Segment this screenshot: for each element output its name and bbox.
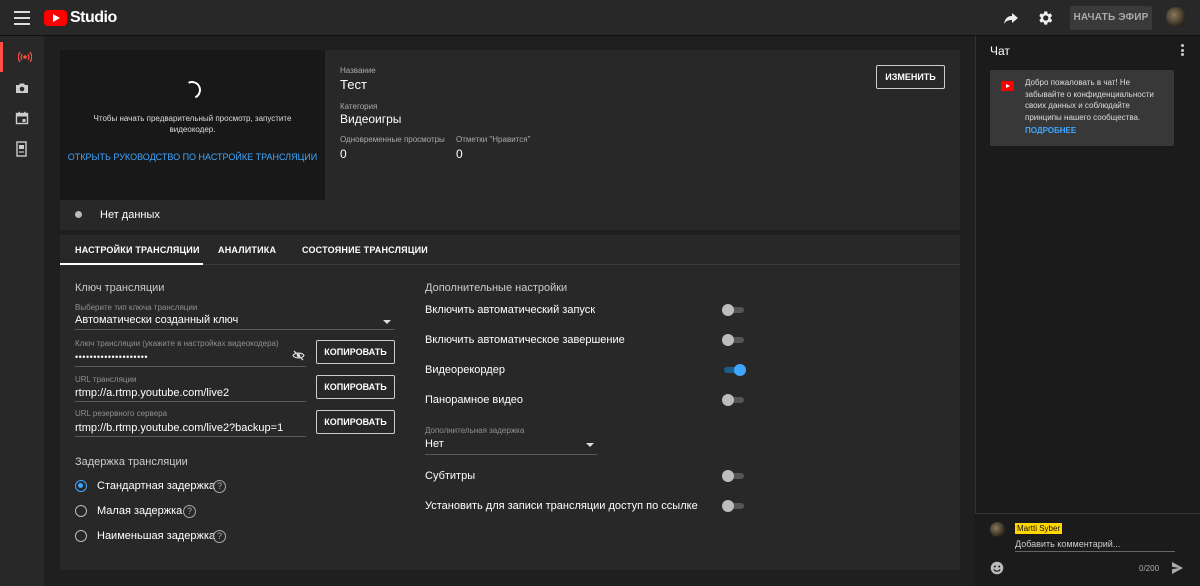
dvr-label: Видеорекордер [425, 364, 505, 376]
radio-low-latency[interactable] [75, 505, 87, 517]
camera-icon [16, 83, 28, 93]
captions-toggle[interactable] [722, 470, 746, 482]
normal-latency-label[interactable]: Стандартная задержка [97, 480, 215, 492]
avatar[interactable] [1166, 7, 1186, 27]
low-latency-label[interactable]: Малая задержка [97, 505, 182, 517]
mobile-stream-icon [16, 141, 27, 157]
char-count: 0/200 [1139, 564, 1160, 573]
stream-key-heading: Ключ трансляции [75, 282, 165, 294]
delay-underline [425, 454, 597, 455]
category-label: Категория [340, 102, 378, 111]
youtube-logo-icon [1001, 81, 1014, 91]
chat-welcome-text: Добро пожаловать в чат! Не забывайте о к… [1025, 78, 1154, 122]
chat-compose [975, 513, 1200, 586]
copy-key-button[interactable]: КОПИРОВАТЬ [316, 340, 395, 364]
unlisted-replay-label: Установить для записи трансляции доступ … [425, 500, 698, 512]
youtube-logo-icon [44, 10, 67, 26]
radio-normal-latency[interactable] [75, 480, 87, 492]
go-live-button[interactable]: НАЧАТЬ ЭФИР [1070, 6, 1152, 30]
share-icon[interactable] [1003, 10, 1019, 26]
edit-button[interactable]: ИЗМЕНИТЬ [876, 65, 945, 89]
learn-more-link[interactable]: ПОДРОБНЕЕ [1025, 126, 1076, 135]
delay-select[interactable]: Нет [425, 438, 444, 450]
help-icon[interactable]: ? [183, 505, 196, 518]
stream-url-underline [75, 401, 306, 402]
key-type-select[interactable]: Автоматически созданный ключ [75, 314, 238, 326]
auto-stop-label: Включить автоматическое завершение [425, 334, 625, 346]
logo-text: Studio [70, 9, 117, 26]
nav-manage[interactable] [0, 133, 44, 163]
active-tab-indicator [60, 263, 203, 265]
visibility-off-icon[interactable] [292, 350, 305, 361]
menu-icon[interactable] [14, 11, 30, 25]
360-video-label: Панорамное видео [425, 394, 524, 406]
stream-key-label: Ключ трансляции (укажите в настройках ви… [75, 339, 279, 348]
additional-settings-heading: Дополнительные настройки [425, 282, 568, 294]
nav-schedule[interactable] [0, 103, 44, 133]
likes-label: Отметки "Нравится" [456, 135, 531, 144]
copy-url-button[interactable]: КОПИРОВАТЬ [316, 375, 395, 399]
chevron-down-icon[interactable] [383, 320, 391, 324]
help-icon[interactable]: ? [213, 480, 226, 493]
viewers-count: 0 [340, 147, 347, 161]
radio-ultra-low-latency[interactable] [75, 530, 87, 542]
nav-live-stream[interactable] [0, 42, 44, 72]
backup-url-underline [75, 436, 306, 437]
stream-status: Нет данных [100, 209, 160, 221]
auto-start-label: Включить автоматический запуск [425, 304, 596, 316]
setup-guide-link[interactable]: ОТКРЫТЬ РУКОВОДСТВО ПО НАСТРОЙКЕ ТРАНСЛЯ… [60, 152, 325, 162]
more-vert-icon[interactable] [1181, 44, 1185, 56]
chat-user-name: Martti Syber [1015, 523, 1063, 534]
auto-stop-toggle[interactable] [722, 334, 746, 346]
captions-label: Субтитры [425, 470, 476, 482]
backup-url-label: URL резервного сервера [75, 409, 168, 418]
latency-heading: Задержка трансляции [75, 456, 188, 468]
title-label: Название [340, 66, 376, 75]
stream-key-underline [75, 366, 306, 367]
chat-input-underline [1015, 551, 1175, 552]
status-dot-icon [75, 211, 82, 218]
key-type-underline [75, 329, 395, 330]
top-bar [0, 0, 1200, 36]
preview-message: Чтобы начать предварительный просмотр, з… [93, 114, 292, 134]
360-video-toggle[interactable] [722, 394, 746, 406]
avatar [990, 522, 1005, 537]
tab-stream-settings[interactable]: НАСТРОЙКИ ТРАНСЛЯЦИИ [75, 245, 200, 255]
stream-category: Видеоигры [340, 112, 402, 126]
viewers-label: Одновременные просмотры [340, 135, 445, 144]
live-broadcast-icon [18, 51, 32, 63]
calendar-icon [15, 111, 29, 125]
chat-input[interactable]: Добавить комментарий... [1015, 539, 1175, 549]
copy-backup-button[interactable]: КОПИРОВАТЬ [316, 410, 395, 434]
backup-url-field[interactable]: rtmp://b.rtmp.youtube.com/live2?backup=1 [75, 422, 283, 434]
likes-count: 0 [456, 147, 463, 161]
chat-title: Чат [990, 44, 1010, 58]
emoji-icon[interactable] [990, 561, 1004, 575]
chevron-down-icon[interactable] [586, 443, 594, 447]
tab-analytics[interactable]: АНАЛИТИКА [218, 245, 276, 255]
auto-start-toggle[interactable] [722, 304, 746, 316]
youtube-studio-logo[interactable]: Studio [44, 9, 117, 27]
stream-title: Тест [340, 77, 367, 92]
stream-key-field[interactable]: •••••••••••••••••••• [75, 352, 148, 362]
dvr-toggle[interactable] [722, 364, 746, 376]
send-icon[interactable] [1171, 561, 1184, 575]
nav-webcam[interactable] [0, 73, 44, 103]
stream-url-label: URL трансляции [75, 375, 137, 384]
delay-label: Дополнительная задержка [425, 426, 525, 435]
key-type-label: Выберите тип ключа трансляции [75, 303, 198, 312]
ultra-low-latency-label[interactable]: Наименьшая задержка [97, 530, 215, 542]
help-icon[interactable]: ? [213, 530, 226, 543]
stream-url-field[interactable]: rtmp://a.rtmp.youtube.com/live2 [75, 387, 229, 399]
tab-stream-health[interactable]: СОСТОЯНИЕ ТРАНСЛЯЦИИ [302, 245, 428, 255]
gear-icon[interactable] [1036, 9, 1054, 27]
unlisted-replay-toggle[interactable] [722, 500, 746, 512]
